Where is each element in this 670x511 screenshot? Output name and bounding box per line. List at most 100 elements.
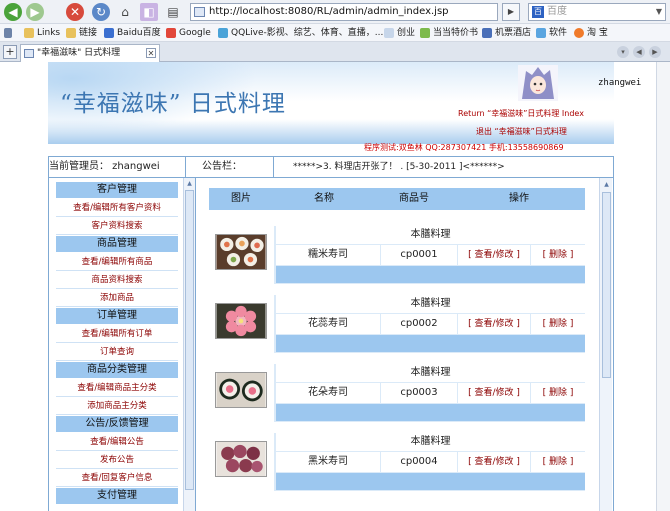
menu-item-view-notices[interactable]: 查看/编辑公告 <box>56 433 178 451</box>
product-photo-cell <box>209 433 275 491</box>
tab-title: "幸福滋味" 日式料理 <box>37 48 121 58</box>
tab-list-icon[interactable]: ▾ <box>617 46 629 58</box>
product-code: cp0004 <box>381 452 457 472</box>
content-scrollbar[interactable]: ▲ <box>599 178 612 511</box>
tab-admin-index[interactable]: "幸福滋味" 日式料理 ✕ <box>20 44 160 62</box>
qqlive-icon <box>218 28 228 38</box>
bookmark-lianjie[interactable]: 链接 <box>66 27 97 40</box>
bookmark-ruanjian[interactable]: 软件 <box>536 27 567 40</box>
search-input[interactable]: 百 百度 ▼ <box>528 3 666 21</box>
sidebar-scrollbar[interactable]: ▲ <box>183 178 195 511</box>
tab-bar: + "幸福滋味" 日式料理 ✕ ▾ ◀ ▶ <box>0 42 670 62</box>
table-row: 本膳料理 糯米寿司 cp0001 [ 查看/修改 ] [ 删除 ] <box>209 226 585 284</box>
bookmark-google[interactable]: Google <box>166 27 211 40</box>
menu-item-search-products[interactable]: 商品资料搜索 <box>56 271 178 289</box>
product-photo-cell <box>209 364 275 422</box>
tab-scroll-right-icon[interactable]: ▶ <box>649 46 661 58</box>
edit-link[interactable]: [ 查看/修改 ] <box>458 314 530 334</box>
row-footer <box>276 404 585 421</box>
avatar <box>518 65 558 101</box>
product-category: 本膳料理 <box>276 226 585 244</box>
admin-name: zhangwei <box>598 78 642 88</box>
row-footer <box>276 335 585 352</box>
info-bar: 当前管理员： zhangwei 公告栏： *****>3. 料理店开张了！ . … <box>48 156 614 178</box>
menu-item-view-orders[interactable]: 查看/编辑所有订单 <box>56 325 178 343</box>
bookmark-taobao[interactable]: 淘 宝 <box>574 27 608 40</box>
menu-head-orders: 订单管理 <box>56 308 178 324</box>
notice-label: 公告栏： <box>202 161 242 172</box>
notice-marquee: *****>3. 料理店开张了！ . [5-30-2011 ]<******> <box>293 162 505 172</box>
menu-item-add-category[interactable]: 添加商品主分类 <box>56 397 178 415</box>
favorites-icon[interactable]: ▤ <box>164 3 182 21</box>
current-admin-label: 当前管理员： zhangwei <box>49 161 160 172</box>
forward-icon[interactable]: ▶ <box>26 3 44 21</box>
product-image[interactable] <box>215 234 267 270</box>
product-image[interactable] <box>215 303 267 339</box>
scroll-thumb[interactable] <box>602 192 611 378</box>
history-icon[interactable]: ◧ <box>140 3 158 21</box>
close-icon[interactable]: ✕ <box>146 48 156 58</box>
menu-item-reply-feedback[interactable]: 查看/回复客户信息 <box>56 469 178 487</box>
book-icon <box>4 28 12 38</box>
edit-link[interactable]: [ 查看/修改 ] <box>458 245 530 265</box>
product-category: 本膳料理 <box>276 433 585 451</box>
chevron-down-icon[interactable]: ▼ <box>656 4 662 20</box>
new-tab-button[interactable]: + <box>3 45 17 59</box>
table-row: 本膳料理 黑米寿司 cp0004 [ 查看/修改 ] [ 删除 ] <box>209 433 585 491</box>
menu-head-customers: 客户管理 <box>56 182 178 198</box>
go-button[interactable]: ▶ <box>502 3 520 21</box>
edit-link[interactable]: [ 查看/修改 ] <box>458 452 530 472</box>
menu-head-categories: 商品分类管理 <box>56 362 178 378</box>
product-code: cp0001 <box>381 245 457 265</box>
delete-link[interactable]: [ 删除 ] <box>531 383 585 403</box>
product-name: 糯米寿司 <box>276 245 380 265</box>
menu-item-view-customers[interactable]: 查看/编辑所有客户资料 <box>56 199 178 217</box>
url-text: http://localhost:8080/RL/admin/admin_ind… <box>209 6 449 17</box>
back-icon[interactable]: ◀ <box>4 3 22 21</box>
scroll-thumb[interactable] <box>185 190 194 490</box>
col-name: 名称 <box>314 193 334 204</box>
home-icon[interactable]: ⌂ <box>116 3 134 21</box>
menu-item-search-orders[interactable]: 订单查询 <box>56 343 178 361</box>
bookmark-dangdang[interactable]: 当当特价书 <box>420 27 478 40</box>
bookmark-qqlive[interactable]: QQLive-影视、综艺、体育、直播，... <box>218 27 383 40</box>
delete-link[interactable]: [ 删除 ] <box>531 245 585 265</box>
product-code: cp0002 <box>381 314 457 334</box>
scroll-up-icon[interactable]: ▲ <box>602 180 611 189</box>
bookmark-toggle[interactable] <box>4 27 14 40</box>
baidu-icon: 百 <box>532 6 544 18</box>
stop-icon[interactable]: ✕ <box>66 3 84 21</box>
tab-scroll-left-icon[interactable]: ◀ <box>633 46 645 58</box>
table-header: 图片 名称 商品号 操作 <box>209 188 585 210</box>
product-list: 图片 名称 商品号 操作 本膳料理 糯米寿司 cp0001 [ 查看/修改 ] <box>196 178 614 511</box>
browser-navbar: ◀ ▶ ✕ ↻ ⌂ ◧ ▤ http://localhost:8080/RL/a… <box>0 0 670 24</box>
bookmark-baidu[interactable]: Baidu百度 <box>104 27 161 40</box>
refresh-icon[interactable]: ↻ <box>92 3 110 21</box>
menu-item-view-categories[interactable]: 查看/编辑商品主分类 <box>56 379 178 397</box>
row-footer <box>276 266 585 283</box>
col-image: 图片 <box>231 193 251 204</box>
product-name: 花蕊寿司 <box>276 314 380 334</box>
menu-item-add-product[interactable]: 添加商品 <box>56 289 178 307</box>
menu-item-search-customers[interactable]: 客户资料搜索 <box>56 217 178 235</box>
menu-item-view-products[interactable]: 查看/编辑所有商品 <box>56 253 178 271</box>
product-image[interactable] <box>215 441 267 477</box>
product-image[interactable] <box>215 372 267 408</box>
scroll-up-icon[interactable]: ▲ <box>185 179 194 188</box>
page-scrollbar[interactable] <box>656 62 670 511</box>
address-bar[interactable]: http://localhost:8080/RL/admin/admin_ind… <box>190 3 498 21</box>
bookmark-jipiao[interactable]: 机票酒店 <box>482 27 531 40</box>
page-content: “幸福滋味” 日式料理 zhangwei Return “幸福滋味”日式料理 I… <box>0 62 670 511</box>
menu-item-post-notice[interactable]: 发布公告 <box>56 451 178 469</box>
bookmark-chuangye[interactable]: 创业 <box>384 27 415 40</box>
delete-link[interactable]: [ 删除 ] <box>531 314 585 334</box>
edit-link[interactable]: [ 查看/修改 ] <box>458 383 530 403</box>
bookmark-links[interactable]: Links <box>24 27 60 40</box>
dangdang-icon <box>420 28 430 38</box>
google-icon <box>166 28 176 38</box>
logout-link[interactable]: 退出 “幸福滋味”日式料理 <box>476 126 567 137</box>
divider <box>185 157 186 177</box>
delete-link[interactable]: [ 删除 ] <box>531 452 585 472</box>
product-name: 黑米寿司 <box>276 452 380 472</box>
return-index-link[interactable]: Return “幸福滋味”日式料理 Index <box>458 108 584 119</box>
